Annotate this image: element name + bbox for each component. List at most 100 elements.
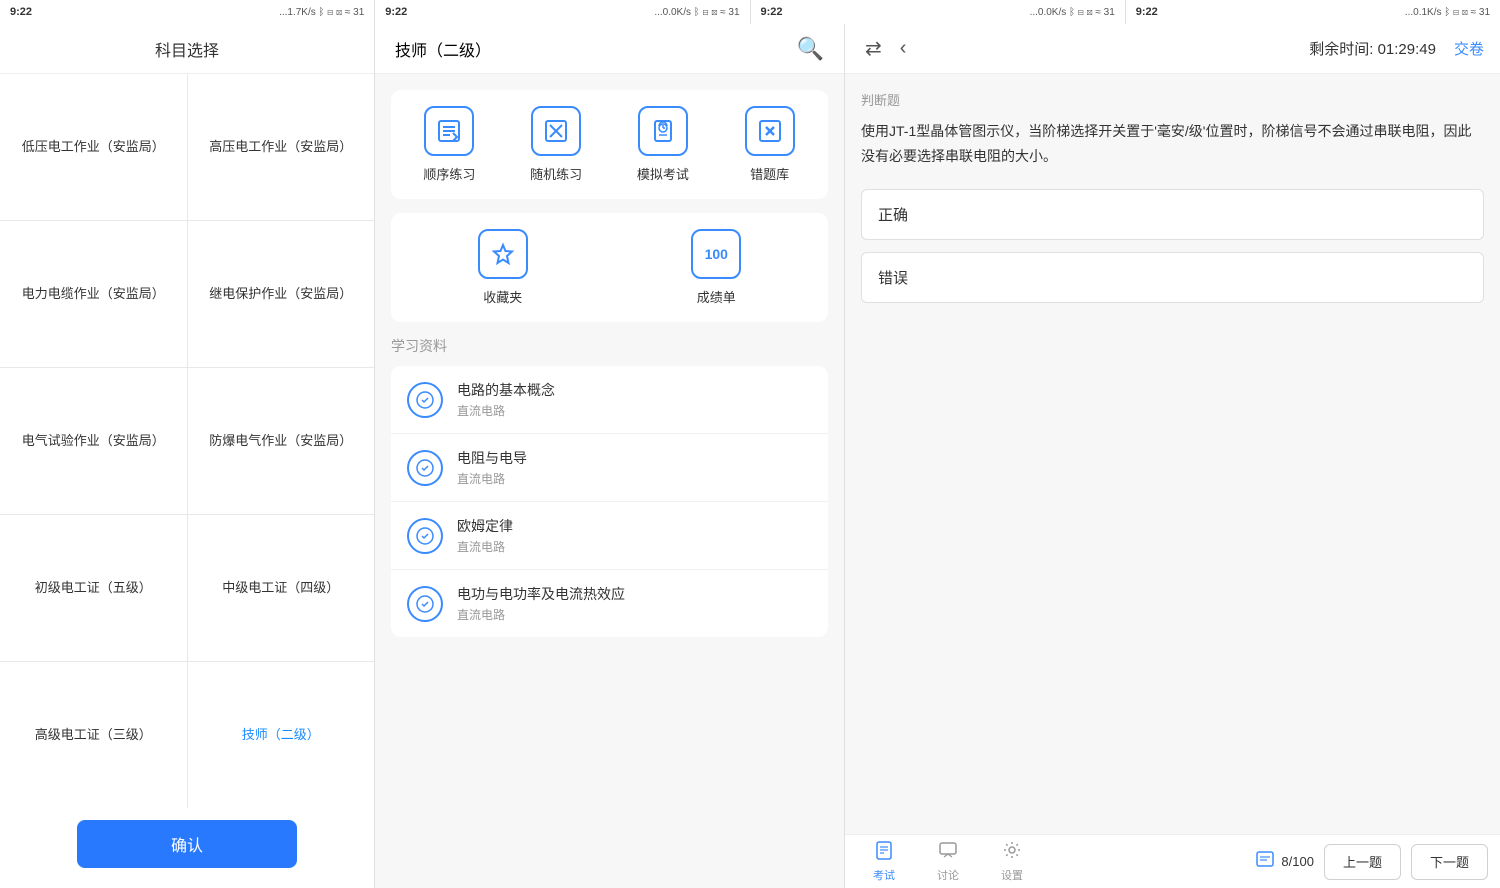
- time-4: 9:22: [1136, 6, 1158, 18]
- subject-item-6[interactable]: 初级电工证（五级）: [0, 515, 187, 661]
- status-bar: 9:22 ...1.7K/s ᛒ ⊟ ⊠ ≈ 31 9:22 ...0.0K/s…: [0, 0, 1500, 24]
- practice-icons-row2: 收藏夹 100 成绩单: [391, 213, 828, 322]
- settings-icon: [1002, 840, 1022, 865]
- section-title: 学习资料: [391, 336, 828, 356]
- status-segment-3: 9:22 ...0.0K/s ᛒ ⊟ ⊠ ≈ 31: [751, 0, 1126, 24]
- time-1: 9:22: [10, 6, 32, 18]
- card-number: 8/100: [1281, 854, 1314, 869]
- material-sub-3: 直流电路: [457, 606, 625, 623]
- subject-item-2[interactable]: 电力电缆作业（安监局）: [0, 221, 187, 367]
- time-2: 9:22: [385, 6, 407, 18]
- tab-exam[interactable]: 考试: [857, 836, 911, 887]
- practice-header: 技师（二级） 🔍: [375, 24, 844, 74]
- material-sub-0: 直流电路: [457, 402, 555, 419]
- confirm-area: 确认: [0, 808, 374, 888]
- material-list: 电路的基本概念 直流电路 电阻与电导 直流电路: [391, 366, 828, 637]
- subject-item-3[interactable]: 继电保护作业（安监局）: [188, 221, 375, 367]
- confirm-button[interactable]: 确认: [77, 820, 297, 868]
- practice-item-scores[interactable]: 100 成绩单: [615, 229, 819, 306]
- back-button[interactable]: ⇄: [861, 36, 886, 61]
- material-text-3: 电功与电功率及电流热效应 直流电路: [457, 584, 625, 623]
- subject-item-1[interactable]: 高压电工作业（安监局）: [188, 74, 375, 220]
- subject-grid: 低压电工作业（安监局） 高压电工作业（安监局） 电力电缆作业（安监局） 继电保护…: [0, 74, 374, 808]
- icons-3: ...0.0K/s ᛒ ⊟ ⊠ ≈ 31: [1030, 7, 1115, 18]
- tab-discuss[interactable]: 讨论: [921, 836, 975, 887]
- mock-label: 模拟考试: [637, 164, 689, 183]
- random-icon: [531, 106, 581, 156]
- quiz-footer: 考试 讨论 设置: [845, 834, 1500, 888]
- material-icon-2: [407, 518, 443, 554]
- mock-icon: [638, 106, 688, 156]
- subject-item-7[interactable]: 中级电工证（四级）: [188, 515, 375, 661]
- practice-item-favorites[interactable]: 收藏夹: [401, 229, 605, 306]
- material-icon-3: [407, 586, 443, 622]
- settings-label: 设置: [1001, 867, 1023, 883]
- subject-item-0[interactable]: 低压电工作业（安监局）: [0, 74, 187, 220]
- favorites-icon: [478, 229, 528, 279]
- icons-4: ...0.1K/s ᛒ ⊟ ⊠ ≈ 31: [1405, 7, 1490, 18]
- exam-label: 考试: [873, 867, 895, 883]
- practice-item-errors[interactable]: 错题库: [721, 106, 818, 183]
- material-text-0: 电路的基本概念 直流电路: [457, 380, 555, 419]
- practice-content: 顺序练习 随机练习: [375, 74, 844, 888]
- next-button[interactable]: 下一题: [1411, 844, 1488, 880]
- time-3: 9:22: [761, 6, 783, 18]
- card-icon: [1255, 849, 1275, 874]
- material-icon-0: [407, 382, 443, 418]
- submit-button[interactable]: 交卷: [1454, 38, 1484, 59]
- scores-label: 成绩单: [697, 287, 736, 306]
- material-title-3: 电功与电功率及电流热效应: [457, 584, 625, 604]
- errors-icon: [745, 106, 795, 156]
- answer-option-1[interactable]: 错误: [861, 252, 1484, 303]
- quiz-content: 判断题 使用JT-1型晶体管图示仪，当阶梯选择开关置于'毫安/级'位置时，阶梯信…: [845, 74, 1500, 834]
- material-sub-1: 直流电路: [457, 470, 527, 487]
- exam-icon: [874, 840, 894, 865]
- panel-subject: 科目选择 低压电工作业（安监局） 高压电工作业（安监局） 电力电缆作业（安监局）…: [0, 24, 375, 888]
- question-text: 使用JT-1型晶体管图示仪，当阶梯选择开关置于'毫安/级'位置时，阶梯信号不会通…: [861, 119, 1484, 169]
- panel-quiz: ⇄ ‹ 剩余时间: 01:29:49 交卷 判断题 使用JT-1型晶体管图示仪，…: [845, 24, 1500, 888]
- prev-button[interactable]: 上一题: [1324, 844, 1401, 880]
- material-item-1[interactable]: 电阻与电导 直流电路: [391, 434, 828, 502]
- subject-item-4[interactable]: 电气试验作业（安监局）: [0, 368, 187, 514]
- tab-settings[interactable]: 设置: [985, 836, 1039, 887]
- practice-title: 技师（二级）: [395, 37, 491, 61]
- timer-label: 剩余时间: 01:29:49: [920, 38, 1444, 59]
- sequential-label: 顺序练习: [423, 164, 475, 183]
- icons-1: ...1.7K/s ᛒ ⊟ ⊠ ≈ 31: [279, 7, 364, 18]
- material-icon-1: [407, 450, 443, 486]
- discuss-icon: [938, 840, 958, 865]
- icons-2: ...0.0K/s ᛒ ⊟ ⊠ ≈ 31: [654, 7, 739, 18]
- subject-header: 科目选择: [0, 24, 374, 74]
- random-label: 随机练习: [530, 164, 582, 183]
- status-segment-2: 9:22 ...0.0K/s ᛒ ⊟ ⊠ ≈ 31: [375, 0, 750, 24]
- material-title-0: 电路的基本概念: [457, 380, 555, 400]
- scores-icon: 100: [691, 229, 741, 279]
- sequential-icon: [424, 106, 474, 156]
- material-item-2[interactable]: 欧姆定律 直流电路: [391, 502, 828, 570]
- subject-item-9[interactable]: 技师（二级）: [188, 662, 375, 808]
- status-segment-4: 9:22 ...0.1K/s ᛒ ⊟ ⊠ ≈ 31: [1126, 0, 1500, 24]
- material-item-3[interactable]: 电功与电功率及电流热效应 直流电路: [391, 570, 828, 637]
- material-title-1: 电阻与电导: [457, 448, 527, 468]
- search-button[interactable]: 🔍: [797, 36, 824, 62]
- practice-item-random[interactable]: 随机练习: [508, 106, 605, 183]
- practice-item-sequential[interactable]: 顺序练习: [401, 106, 498, 183]
- favorites-label: 收藏夹: [483, 287, 522, 306]
- subject-item-8[interactable]: 高级电工证（三级）: [0, 662, 187, 808]
- panel-practice: 技师（二级） 🔍 顺序练习: [375, 24, 845, 888]
- material-item-0[interactable]: 电路的基本概念 直流电路: [391, 366, 828, 434]
- answer-option-0[interactable]: 正确: [861, 189, 1484, 240]
- material-text-2: 欧姆定律 直流电路: [457, 516, 513, 555]
- practice-icons-grid: 顺序练习 随机练习: [391, 90, 828, 199]
- quiz-header: ⇄ ‹ 剩余时间: 01:29:49 交卷: [845, 24, 1500, 74]
- errors-label: 错题库: [750, 164, 789, 183]
- back-arrow-button[interactable]: ‹: [896, 37, 911, 60]
- main-area: 科目选择 低压电工作业（安监局） 高压电工作业（安监局） 电力电缆作业（安监局）…: [0, 24, 1500, 888]
- card-count: 8/100: [1255, 849, 1314, 874]
- practice-item-mock[interactable]: 模拟考试: [615, 106, 712, 183]
- subject-item-5[interactable]: 防爆电气作业（安监局）: [188, 368, 375, 514]
- subject-title: 科目选择: [155, 37, 219, 61]
- status-segment-1: 9:22 ...1.7K/s ᛒ ⊟ ⊠ ≈ 31: [0, 0, 375, 24]
- discuss-label: 讨论: [937, 867, 959, 883]
- material-text-1: 电阻与电导 直流电路: [457, 448, 527, 487]
